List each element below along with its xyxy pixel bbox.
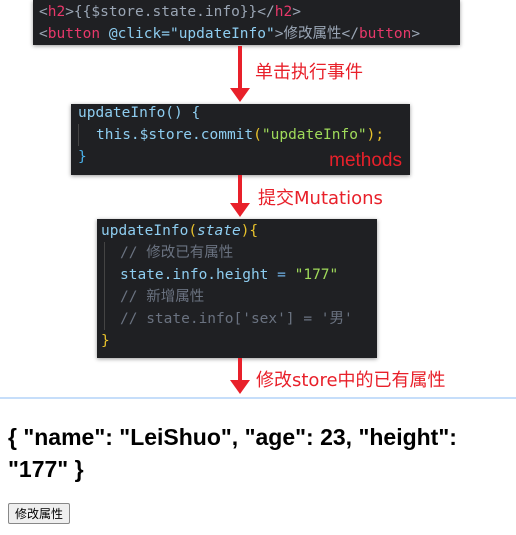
arrow-down <box>230 175 250 217</box>
code-line: } <box>78 149 87 165</box>
code-comment: // 新增属性 <box>120 289 205 305</box>
mutation-code-block: updateInfo(state){ // 修改已有属性 state.info.… <box>97 219 377 358</box>
code-token: commit <box>200 127 254 143</box>
methods-label: methods <box>329 150 402 171</box>
code-comment: // state.info['sex'] = '男' <box>120 311 353 327</box>
code-token: updateInfo <box>101 223 189 239</box>
arrow-down <box>230 358 250 394</box>
code-token: > <box>292 4 301 20</box>
code-comment: // 修改已有属性 <box>120 245 234 261</box>
step2-label: 提交Mutations <box>258 188 383 209</box>
code-token: "updateInfo" <box>169 26 275 42</box>
template-code-block: <h2>{{$store.state.info}}</h2> <button @… <box>33 0 460 45</box>
step1-label: 单击执行事件 <box>255 62 363 83</box>
code-token: state.info.height <box>120 267 269 283</box>
code-token: = <box>268 267 295 283</box>
code-line: updateInfo() { <box>78 105 201 121</box>
code-token: "177" <box>294 267 339 283</box>
code-token: >{{$store.state.info}}</ <box>65 4 275 20</box>
code-token: ( <box>253 127 262 143</box>
step3-label: 修改store中的已有属性 <box>256 370 446 391</box>
code-token: >修改属性</ <box>274 26 359 42</box>
browser-page: { "name": "LeiShuo", "age": 23, "height"… <box>0 397 516 535</box>
code-token: state <box>197 223 241 239</box>
code-token: < <box>39 26 48 42</box>
info-heading: { "name": "LeiShuo", "age": 23, "height"… <box>8 424 457 482</box>
code-token: h2 <box>274 4 293 20</box>
code-token: button <box>358 26 412 42</box>
code-token: > <box>411 26 421 42</box>
code-token: h2 <box>47 4 66 20</box>
update-info-button[interactable]: 修改属性 <box>8 503 71 524</box>
code-token: ); <box>366 127 385 143</box>
arrow-down <box>230 46 250 102</box>
code-token: @click= <box>100 26 170 42</box>
code-line: } <box>101 333 110 349</box>
code-token: button <box>47 26 101 42</box>
code-token: "updateInfo" <box>261 127 367 143</box>
code-token: < <box>39 4 48 20</box>
methods-code-block: updateInfo() { this.$store.commit("updat… <box>71 104 410 175</box>
code-token: this.$store. <box>96 127 201 143</box>
